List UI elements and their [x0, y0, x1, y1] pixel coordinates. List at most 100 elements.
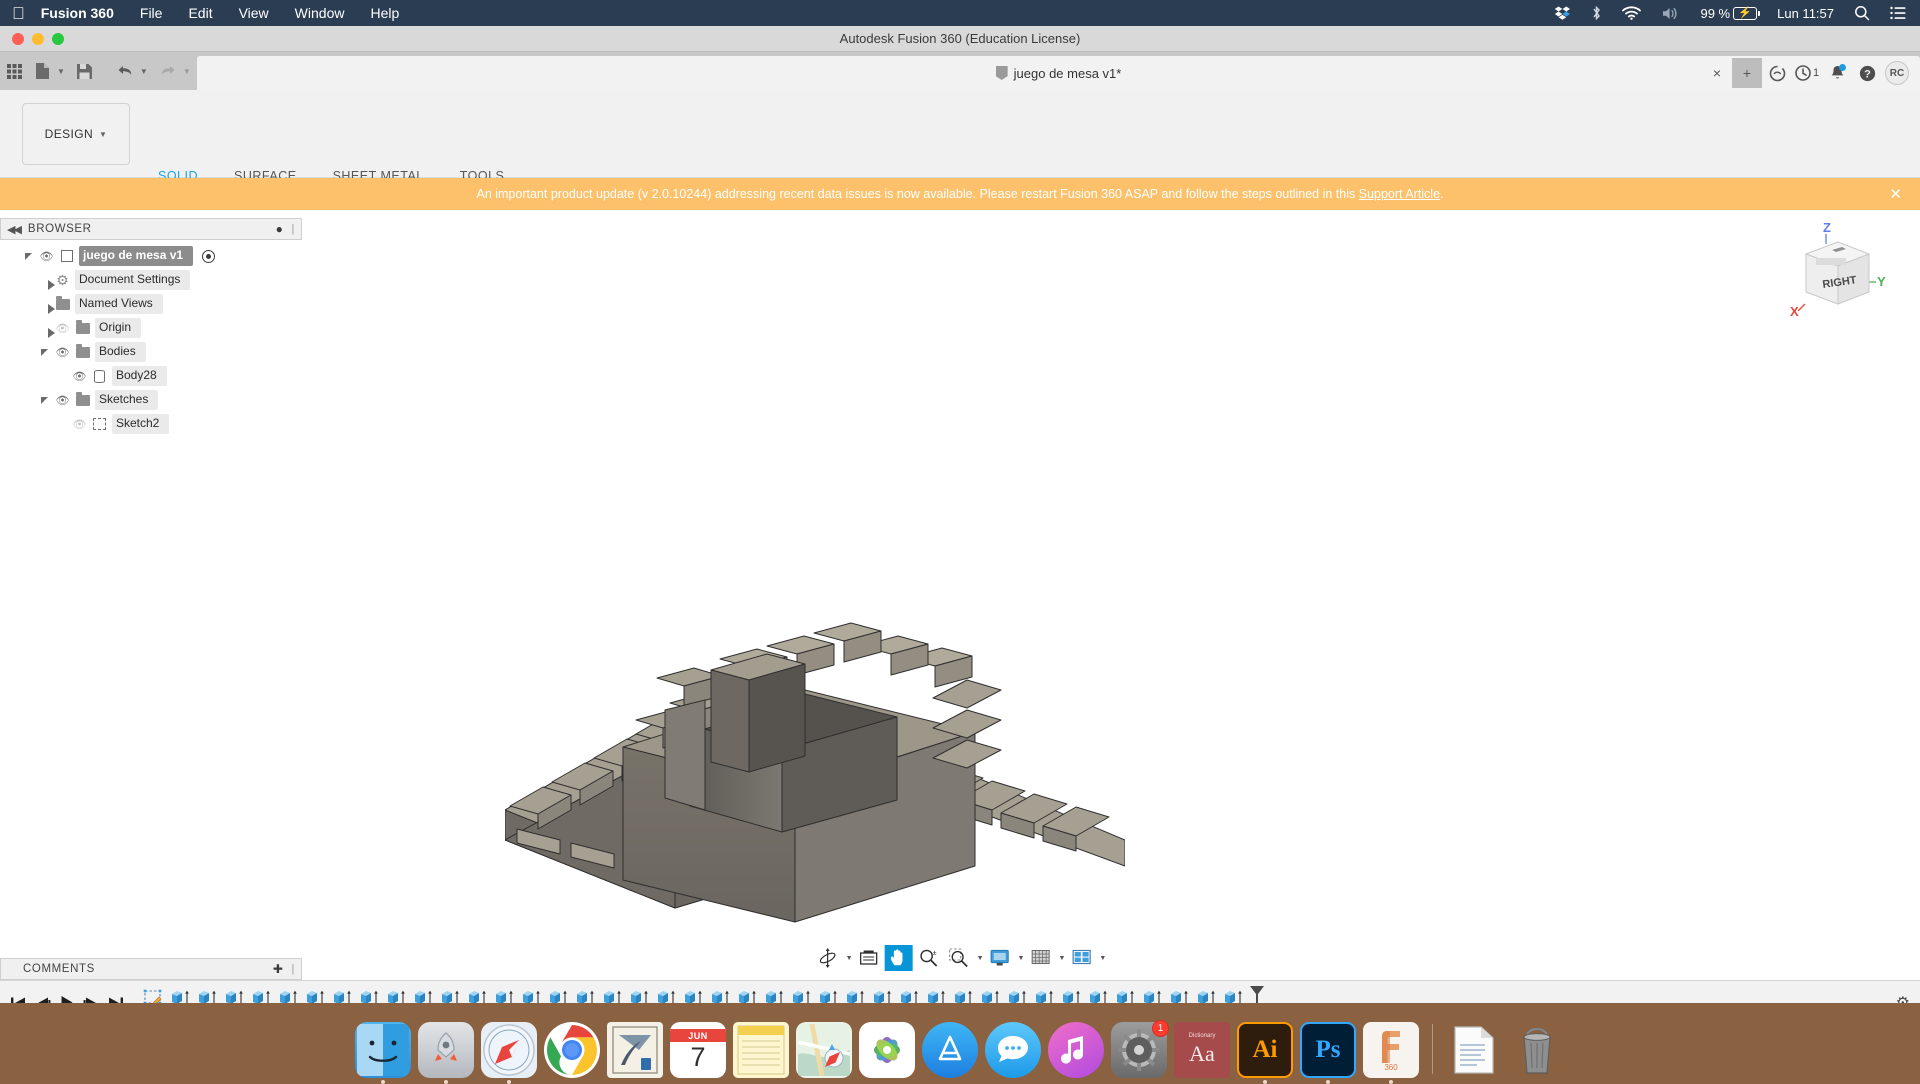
menu-file[interactable]: File	[140, 5, 163, 21]
visibility-eye-icon[interactable]: 👁	[72, 370, 87, 383]
grid-snaps[interactable]	[1026, 945, 1054, 971]
dock-item-safari[interactable]	[481, 1022, 537, 1078]
battery-status[interactable]: 99 % ⚡	[1700, 6, 1757, 21]
dock-item-adobe-illustrator[interactable]: Ai	[1237, 1022, 1293, 1078]
expander-open-icon[interactable]	[38, 346, 50, 358]
dock-item-notes[interactable]	[733, 1022, 789, 1078]
dock-item-calendar[interactable]: JUN 7	[670, 1022, 726, 1078]
tree-item-root[interactable]: 👁 juego de mesa v1	[0, 244, 302, 268]
bluetooth-icon[interactable]	[1591, 5, 1602, 21]
new-tab-button[interactable]: +	[1732, 58, 1762, 88]
undo-caret-icon[interactable]: ▼	[140, 67, 148, 76]
tab-close-button[interactable]: ×	[1702, 58, 1732, 88]
recent-jobs-clock-icon[interactable]: 1	[1792, 58, 1822, 88]
menu-edit[interactable]: Edit	[188, 5, 212, 21]
tree-item-document-settings[interactable]: ⚙ Document Settings	[0, 268, 302, 292]
expander-closed-icon[interactable]	[38, 274, 50, 286]
support-article-link[interactable]: Support Article	[1359, 187, 1440, 201]
display-settings[interactable]	[986, 945, 1014, 971]
tree-item-sketches[interactable]: 👁 Sketches	[0, 388, 302, 412]
wifi-icon[interactable]	[1622, 6, 1641, 20]
dock-item-trash[interactable]	[1509, 1022, 1565, 1078]
user-avatar[interactable]: RC	[1882, 58, 1912, 88]
menu-help[interactable]: Help	[370, 5, 399, 21]
redo-caret-icon[interactable]: ▼	[183, 67, 191, 76]
visibility-eye-off-icon[interactable]: 👁	[72, 418, 87, 431]
dock-item-maps[interactable]	[796, 1022, 852, 1078]
dock-item-photos[interactable]	[859, 1022, 915, 1078]
expander-open-icon[interactable]	[38, 394, 50, 406]
orbit-tool[interactable]	[814, 945, 842, 971]
dropbox-icon[interactable]	[1554, 6, 1571, 21]
visibility-eye-icon[interactable]: 👁	[39, 250, 54, 263]
dock-item-finder[interactable]	[355, 1022, 411, 1078]
dock-item-document[interactable]	[1446, 1022, 1502, 1078]
menu-app-name[interactable]: Fusion 360	[41, 5, 114, 21]
file-menu-caret-icon[interactable]: ▼	[57, 67, 65, 76]
expander-closed-icon[interactable]	[38, 322, 50, 334]
viewports[interactable]	[1067, 945, 1095, 971]
tree-item-bodies[interactable]: 👁 Bodies	[0, 340, 302, 364]
redo-button[interactable]	[154, 57, 182, 85]
menubar-clock[interactable]: Lun 11:57	[1777, 6, 1834, 21]
orbit-caret-icon[interactable]: ▼	[844, 945, 853, 971]
save-button[interactable]	[71, 57, 99, 85]
notifications-bell-icon[interactable]	[1822, 58, 1852, 88]
panel-options-icon[interactable]: ●	[276, 222, 284, 236]
dock-item-launchpad[interactable]	[418, 1022, 474, 1078]
component-cube-icon	[59, 249, 74, 263]
menu-view[interactable]: View	[239, 5, 269, 21]
visibility-eye-off-icon[interactable]: 👁	[55, 322, 70, 335]
folder-icon	[75, 321, 90, 335]
tree-item-named-views[interactable]: Named Views	[0, 292, 302, 316]
visibility-eye-icon[interactable]: 👁	[55, 346, 70, 359]
dock-item-messages[interactable]	[985, 1022, 1041, 1078]
workspace-switcher[interactable]: DESIGN ▼	[22, 103, 130, 165]
tree-item-body28[interactable]: 👁 Body28	[0, 364, 302, 388]
volume-icon[interactable]	[1661, 6, 1680, 21]
dock-item-mail[interactable]	[607, 1022, 663, 1078]
banner-close-icon[interactable]: ✕	[1889, 185, 1902, 203]
dock-item-adobe-photoshop[interactable]: Ps	[1300, 1022, 1356, 1078]
dock-items: JUN 7	[355, 1022, 1565, 1078]
job-status-icon[interactable]	[1762, 58, 1792, 88]
grid-snaps-caret-icon[interactable]: ▼	[1056, 945, 1065, 971]
dock-item-fusion-360[interactable]: 360	[1363, 1022, 1419, 1078]
document-tab[interactable]: juego de mesa v1*	[197, 66, 1920, 81]
comments-resize-grip[interactable]: |	[292, 963, 295, 975]
collapse-left-icon[interactable]: ◀◀	[7, 223, 20, 236]
folder-icon	[75, 393, 90, 407]
control-center-icon[interactable]	[1890, 6, 1906, 20]
display-settings-caret-icon[interactable]: ▼	[1016, 945, 1025, 971]
add-comment-icon[interactable]: ✚	[273, 962, 284, 976]
tree-item-origin[interactable]: 👁 Origin	[0, 316, 302, 340]
design-canvas[interactable]: ◀◀ BROWSER ● | 👁 juego de mesa v1 ⚙ Docu…	[0, 210, 1920, 980]
pan-tool[interactable]	[885, 945, 913, 971]
spotlight-search-icon[interactable]	[1854, 5, 1870, 21]
panel-resize-grip[interactable]: |	[292, 223, 295, 235]
sketch-icon	[92, 417, 107, 431]
menu-window[interactable]: Window	[295, 5, 345, 21]
dock-item-itunes[interactable]	[1048, 1022, 1104, 1078]
help-icon[interactable]: ?	[1852, 58, 1882, 88]
dock-item-chrome[interactable]	[544, 1022, 600, 1078]
fit-tool[interactable]	[945, 945, 973, 971]
file-menu-button[interactable]	[28, 57, 56, 85]
dock-item-system-preferences[interactable]: 1	[1111, 1022, 1167, 1078]
dock-item-app-store[interactable]	[922, 1022, 978, 1078]
visibility-eye-icon[interactable]: 👁	[55, 394, 70, 407]
expander-open-icon[interactable]	[22, 250, 34, 262]
fit-caret-icon[interactable]: ▼	[975, 945, 984, 971]
show-data-panel-button[interactable]	[0, 57, 28, 85]
expander-closed-icon[interactable]	[38, 298, 50, 310]
undo-button[interactable]	[111, 57, 139, 85]
apple-logo-icon[interactable]: 	[12, 5, 25, 22]
castle-base-model[interactable]	[505, 510, 1125, 930]
view-cube[interactable]: Z Y X RIGHT	[1776, 216, 1896, 326]
zoom-tool[interactable]: ±	[915, 945, 943, 971]
activate-component-radio[interactable]	[202, 250, 215, 263]
tree-item-sketch2[interactable]: 👁 Sketch2	[0, 412, 302, 436]
look-at-tool[interactable]	[855, 945, 883, 971]
viewports-caret-icon[interactable]: ▼	[1097, 945, 1106, 971]
dock-item-dictionary[interactable]: Dictionary Aa	[1174, 1022, 1230, 1078]
